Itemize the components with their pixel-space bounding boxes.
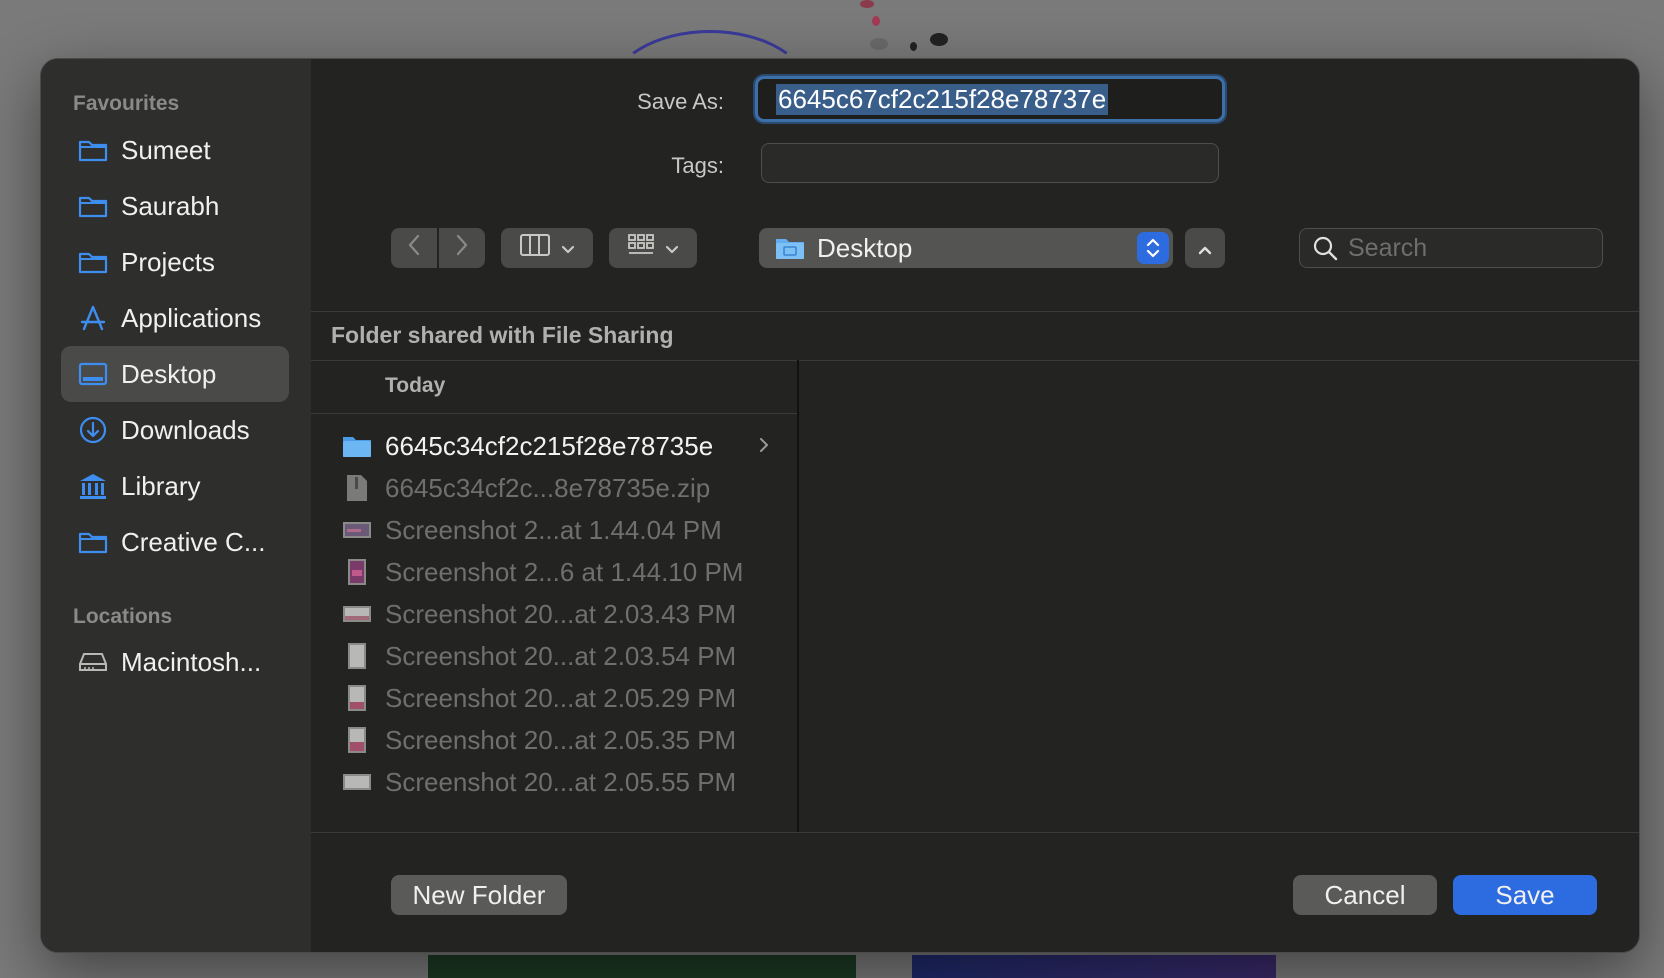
image-thumbnail-icon [341,640,373,672]
cancel-button[interactable]: Cancel [1293,875,1437,915]
background-window-edge [912,955,1276,978]
download-icon [77,414,109,446]
save-as-value: 6645c67cf2c215f28e78737e [776,83,1109,115]
sidebar-item-projects[interactable]: Projects [61,234,289,290]
sidebar-item-label: Saurabh [121,190,220,221]
file-column: Today 6645c34cf2c215f28e78735e 6645c34cf… [311,360,799,832]
sidebar-item-saurabh[interactable]: Saurabh [61,178,289,234]
file-name: Screenshot 20...at 2.03.54 PM [385,640,737,671]
background-dot [910,42,917,51]
image-thumbnail-icon [341,598,373,630]
folder-icon [341,430,373,462]
image-thumbnail-icon [341,682,373,714]
file-row: Screenshot 20...at 2.03.43 PM [311,592,799,636]
file-row-folder[interactable]: 6645c34cf2c215f28e78735e [311,424,799,468]
location-label: Desktop [817,232,913,263]
hard-drive-icon [77,646,109,678]
image-thumbnail-icon [341,724,373,756]
tags-field[interactable] [761,143,1219,183]
search-icon [1312,235,1338,261]
chevron-down-icon [561,235,575,261]
background-dot [930,33,948,46]
file-row: Screenshot 20...at 2.05.35 PM [311,718,799,762]
main-panel: Save As: 6645c67cf2c215f28e78737e Tags: [311,59,1639,952]
sidebar-item-label: Desktop [121,358,217,389]
sidebar-item-downloads[interactable]: Downloads [61,402,289,458]
save-button[interactable]: Save [1453,875,1597,915]
file-name: 6645c34cf2c...8e78735e.zip [385,472,711,503]
divider [311,832,1639,833]
sidebar-item-label: Library [121,470,201,501]
image-thumbnail-icon [341,766,373,798]
background-dot [860,0,874,8]
file-row: Screenshot 20...at 2.05.55 PM [311,760,799,804]
up-down-stepper-icon [1137,232,1169,264]
sidebar-item-label: Downloads [121,414,250,445]
group-by-button[interactable] [609,228,697,268]
chevron-down-icon [665,235,679,261]
divider [311,413,797,414]
folder-icon [77,134,109,166]
file-row: Screenshot 2...6 at 1.44.10 PM [311,550,799,594]
file-name: Screenshot 2...at 1.44.04 PM [385,514,722,545]
group-header-today: Today [385,374,446,397]
file-row: Screenshot 2...at 1.44.04 PM [311,508,799,552]
new-folder-button[interactable]: New Folder [391,875,567,915]
sidebar-item-library[interactable]: Library [61,458,289,514]
desktop-folder-icon [775,235,805,261]
background-dot [872,16,880,26]
save-dialog: Favourites Sumeet Saurabh Projects Appli… [40,58,1640,953]
chevron-right-icon [455,234,469,262]
folder-icon [77,526,109,558]
chevron-right-icon [759,433,769,459]
tags-label: Tags: [671,153,724,178]
favourites-heading: Favourites [73,92,180,115]
sidebar: Favourites Sumeet Saurabh Projects Appli… [41,59,311,952]
sidebar-item-sumeet[interactable]: Sumeet [61,122,289,178]
view-mode-button[interactable] [501,228,593,268]
image-thumbnail-icon [341,514,373,546]
chevron-up-icon [1197,235,1213,261]
save-as-label: Save As: [637,89,724,114]
desktop-icon [77,358,109,390]
applications-icon [77,302,109,334]
file-name: Screenshot 20...at 2.03.43 PM [385,598,737,629]
file-name: Screenshot 20...at 2.05.55 PM [385,766,737,797]
zip-file-icon [341,472,373,504]
sidebar-item-label: Sumeet [121,134,211,165]
columns-view-icon [519,233,551,263]
file-row: 6645c34cf2c...8e78735e.zip [311,466,799,510]
file-name: 6645c34cf2c215f28e78735e [385,430,714,461]
location-popup[interactable]: Desktop [759,228,1173,268]
expand-collapse-button[interactable] [1185,228,1225,268]
file-name: Screenshot 20...at 2.05.29 PM [385,682,737,713]
file-name: Screenshot 2...6 at 1.44.10 PM [385,556,744,587]
shared-folder-banner: Folder shared with File Sharing [331,322,674,348]
sidebar-item-label: Applications [121,302,262,333]
sidebar-item-creative-cloud[interactable]: Creative C... [61,514,289,570]
sidebar-item-label: Macintosh... [121,646,262,677]
background-dot [870,38,888,50]
library-icon [77,470,109,502]
back-button[interactable] [391,228,437,268]
chevron-left-icon [407,234,421,262]
file-row: Screenshot 20...at 2.05.29 PM [311,676,799,720]
image-thumbnail-icon [341,556,373,588]
search-placeholder: Search [1348,233,1428,262]
sidebar-item-desktop[interactable]: Desktop [61,346,289,402]
background-window-edge [428,955,856,978]
file-name: Screenshot 20...at 2.05.35 PM [385,724,737,755]
forward-button[interactable] [439,228,485,268]
locations-heading: Locations [73,605,173,628]
sidebar-item-macintosh-hd[interactable]: Macintosh... [61,634,289,690]
search-field[interactable]: Search [1299,228,1603,268]
sidebar-item-label: Creative C... [121,526,266,557]
save-as-field[interactable]: 6645c67cf2c215f28e78737e [755,76,1225,122]
sidebar-item-label: Projects [121,246,215,277]
grid-icon [627,233,655,263]
folder-icon [77,246,109,278]
folder-icon [77,190,109,222]
sidebar-item-applications[interactable]: Applications [61,290,289,346]
file-row: Screenshot 20...at 2.03.54 PM [311,634,799,678]
